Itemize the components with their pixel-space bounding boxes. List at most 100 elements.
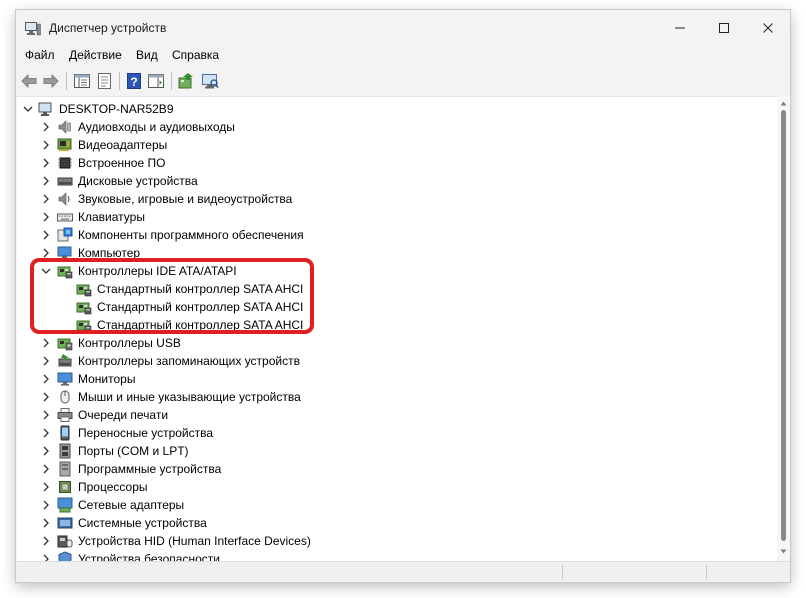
toolbar-separator: [66, 72, 67, 90]
tree-category-row[interactable]: Контроллеры IDE ATA/ATAPI: [17, 262, 757, 280]
status-divider: [706, 565, 707, 580]
chevron-right-icon[interactable]: [41, 158, 51, 168]
menu-view[interactable]: Вид: [133, 48, 161, 62]
system-device-icon: [57, 515, 73, 531]
printer-icon: [57, 407, 73, 423]
chevron-right-icon[interactable]: [41, 428, 51, 438]
tree-category-row[interactable]: Мыши и иные указывающие устройства: [17, 388, 757, 406]
chevron-right-icon[interactable]: [41, 140, 51, 150]
tree-category-row[interactable]: Системные устройства: [17, 514, 757, 532]
chevron-right-icon[interactable]: [41, 176, 51, 186]
toolbar-separator: [171, 72, 172, 90]
tree-root-row[interactable]: DESKTOP-NAR52B9: [17, 100, 757, 118]
tree-category-row[interactable]: Аудиовходы и аудиовыходы: [17, 118, 757, 136]
scan-hardware-button[interactable]: [199, 70, 221, 92]
forward-button[interactable]: [40, 70, 62, 92]
software-device-icon: [57, 461, 73, 477]
show-hide-console-tree-button[interactable]: [71, 70, 93, 92]
tree-category-row[interactable]: Сетевые адаптеры: [17, 496, 757, 514]
scroll-down-arrow-icon: [780, 549, 787, 554]
tree-category-row[interactable]: Устройства безопасности: [17, 550, 757, 561]
tree-category-row[interactable]: Компоненты программного обеспечения: [17, 226, 757, 244]
chevron-right-icon[interactable]: [41, 554, 51, 561]
tree-category-row[interactable]: Процессоры: [17, 478, 757, 496]
scrollbar-thumb[interactable]: [781, 110, 786, 541]
tree-category-label: Устройства безопасности: [78, 552, 220, 561]
chevron-right-icon[interactable]: [41, 518, 51, 528]
chevron-right-icon[interactable]: [41, 194, 51, 204]
chevron-right-icon[interactable]: [41, 248, 51, 258]
tree-category-row[interactable]: Клавиатуры: [17, 208, 757, 226]
tree-category-label: Очереди печати: [78, 408, 169, 422]
action-pane-button[interactable]: [145, 70, 167, 92]
tree-category-label: Контроллеры запоминающих устройств: [78, 354, 300, 368]
tree-category-row[interactable]: Программные устройства: [17, 460, 757, 478]
tree-device-row[interactable]: Стандартный контроллер SATA AHCI: [17, 280, 757, 298]
menu-file[interactable]: Файл: [22, 48, 58, 62]
mouse-icon: [57, 389, 73, 405]
maximize-button[interactable]: [702, 10, 746, 46]
chevron-right-icon[interactable]: [41, 500, 51, 510]
tree-device-label: Стандартный контроллер SATA AHCI: [97, 300, 304, 314]
ide-controller-icon: [57, 263, 73, 279]
device-manager-window: Диспетчер устройств Файл Действие Вид Сп…: [16, 10, 790, 582]
tree-category-row[interactable]: Устройства HID (Human Interface Devices): [17, 532, 757, 550]
chevron-right-icon[interactable]: [41, 122, 51, 132]
chevron-down-icon[interactable]: [23, 104, 33, 114]
tree-category-row[interactable]: Компьютер: [17, 244, 757, 262]
chevron-right-icon[interactable]: [41, 536, 51, 546]
properties-icon: [98, 73, 111, 89]
update-driver-button[interactable]: [175, 70, 197, 92]
computer-name-label: DESKTOP-NAR52B9: [59, 102, 174, 116]
properties-button[interactable]: [94, 70, 116, 92]
tree-device-row[interactable]: Стандартный контроллер SATA AHCI: [17, 316, 757, 334]
tree-category-row[interactable]: Дисковые устройства: [17, 172, 757, 190]
chevron-right-icon[interactable]: [41, 410, 51, 420]
chevron-right-icon[interactable]: [41, 230, 51, 240]
toolbar-separator: [119, 72, 120, 90]
svg-text:?: ?: [130, 75, 137, 89]
menu-action[interactable]: Действие: [66, 48, 125, 62]
chevron-right-icon[interactable]: [41, 338, 51, 348]
chevron-right-icon[interactable]: [41, 356, 51, 366]
chevron-right-icon[interactable]: [41, 374, 51, 384]
vertical-scrollbar[interactable]: [777, 96, 790, 560]
tree-device-row[interactable]: Стандартный контроллер SATA AHCI: [17, 298, 757, 316]
firmware-icon: [57, 155, 73, 171]
tree-category-label: Контроллеры USB: [78, 336, 181, 350]
computer-icon: [38, 101, 54, 117]
tree-category-row[interactable]: Контроллеры запоминающих устройств: [17, 352, 757, 370]
window-title: Диспетчер устройств: [49, 21, 167, 35]
chevron-right-icon[interactable]: [41, 212, 51, 222]
tree-category-label: Видеоадаптеры: [78, 138, 168, 152]
tree-category-row[interactable]: Порты (COM и LPT): [17, 442, 757, 460]
back-button[interactable]: [18, 70, 40, 92]
tree-category-row[interactable]: Очереди печати: [17, 406, 757, 424]
tree-category-label: Дисковые устройства: [78, 174, 198, 188]
device-tree: DESKTOP-NAR52B9 Аудиовходы и аудиовыходы…: [17, 96, 777, 561]
storage-controller-icon: [57, 353, 73, 369]
ide-controller-icon: [76, 317, 92, 333]
network-adapter-icon: [57, 497, 73, 513]
title-bar[interactable]: Диспетчер устройств: [16, 10, 790, 46]
tree-category-row[interactable]: Мониторы: [17, 370, 757, 388]
tree-category-row[interactable]: Встроенное ПО: [17, 154, 757, 172]
tree-category-row[interactable]: Видеоадаптеры: [17, 136, 757, 154]
tree-category-row[interactable]: Контроллеры USB: [17, 334, 757, 352]
tree-category-row[interactable]: Звуковые, игровые и видеоустройства: [17, 190, 757, 208]
computer-icon: [57, 245, 73, 261]
chevron-right-icon[interactable]: [41, 482, 51, 492]
close-button[interactable]: [746, 10, 790, 46]
hid-icon: [57, 533, 73, 549]
display-adapter-icon: [57, 137, 73, 153]
chevron-down-icon[interactable]: [41, 266, 51, 276]
chevron-right-icon[interactable]: [41, 464, 51, 474]
minimize-button[interactable]: [658, 10, 702, 46]
chevron-right-icon[interactable]: [41, 392, 51, 402]
chevron-right-icon[interactable]: [41, 446, 51, 456]
tree-category-label: Встроенное ПО: [78, 156, 166, 170]
help-button[interactable]: ?: [123, 70, 145, 92]
tree-category-row[interactable]: Переносные устройства: [17, 424, 757, 442]
tree-category-label: Компоненты программного обеспечения: [78, 228, 304, 242]
menu-help[interactable]: Справка: [169, 48, 222, 62]
